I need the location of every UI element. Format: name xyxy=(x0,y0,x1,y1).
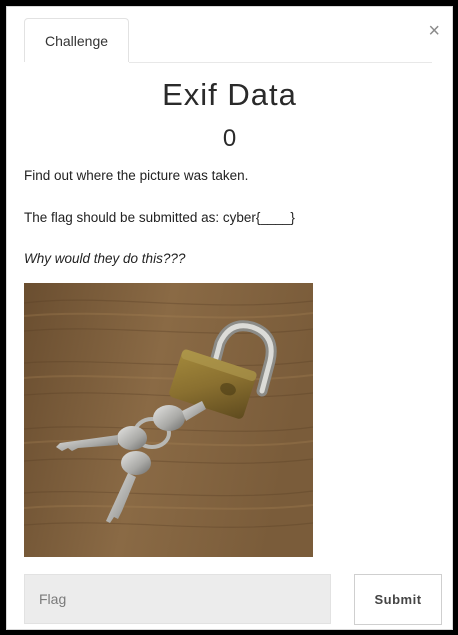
challenge-description-line-2: The flag should be submitted as: cyber{_… xyxy=(24,210,295,225)
challenge-image xyxy=(24,283,313,557)
challenge-description-line-3: Why would they do this??? xyxy=(24,251,186,266)
close-icon[interactable]: × xyxy=(428,21,440,41)
challenge-modal: Challenge × Exif Data 0 Find out where t… xyxy=(6,6,453,630)
challenge-points: 0 xyxy=(222,125,237,152)
submit-button[interactable]: Submit xyxy=(354,574,442,625)
tab-challenge-label: Challenge xyxy=(44,32,109,49)
tab-challenge[interactable]: Challenge xyxy=(24,18,129,62)
tab-divider xyxy=(129,62,432,63)
challenge-description-line-1: Find out where the picture was taken. xyxy=(24,168,249,183)
flag-input[interactable] xyxy=(24,574,331,624)
challenge-title: Exif Data xyxy=(162,77,297,112)
